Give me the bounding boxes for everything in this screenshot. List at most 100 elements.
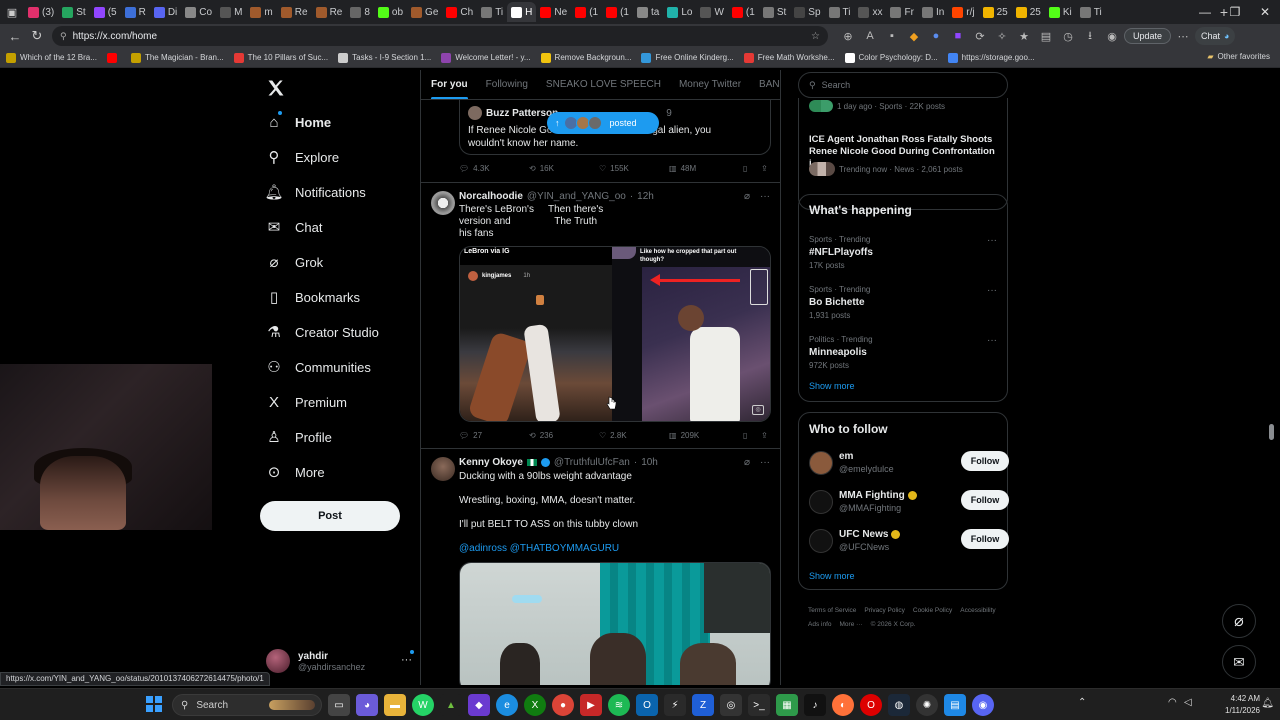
trend-more-icon[interactable]: ··· (987, 335, 997, 346)
feed-tab[interactable]: Following (486, 70, 528, 99)
account-switcher[interactable]: yahdir @yahdirsanchez ··· (266, 644, 416, 678)
nav-item-home[interactable]: ⌂ Home (266, 107, 331, 137)
search-input[interactable]: ⚲ Search (798, 72, 1008, 98)
bookmark-item[interactable]: Color Psychology: D... (844, 52, 938, 63)
browser-tab[interactable]: Re (277, 2, 312, 22)
address-bar[interactable]: ⚲ https://x.com/home ☆ (52, 26, 828, 46)
bookmark-item[interactable]: Tasks - I-9 Section 1... (338, 52, 431, 63)
feed-tab[interactable]: BANKS IN (759, 70, 780, 99)
close-icon[interactable]: ✕ (1250, 5, 1280, 19)
avatar[interactable] (809, 490, 833, 514)
browser-tab[interactable]: (3) (24, 2, 58, 22)
feed-tab[interactable]: SNEAKO LOVE SPEECH (546, 70, 661, 99)
alt-text-icon[interactable]: ◎ (752, 405, 764, 415)
browser-tab[interactable]: In (918, 2, 948, 22)
views-button[interactable]: ▥ 209K (669, 431, 699, 440)
browser-tab[interactable]: Ti (1076, 2, 1106, 22)
browser-tab[interactable]: 25 (979, 2, 1012, 22)
more-icon[interactable]: ··· (760, 191, 770, 202)
browser-tab[interactable]: Ti (825, 2, 855, 22)
bookmark-item[interactable]: Which of the 12 Bra... (6, 52, 97, 63)
bookmark-icon[interactable]: ▯ (743, 431, 747, 440)
follow-button[interactable]: Follow (961, 529, 1009, 549)
spotify-icon[interactable]: ≋ (608, 694, 630, 716)
browser-tab[interactable]: (1 (602, 2, 633, 22)
tab-actions-icon[interactable]: ▣ (0, 6, 24, 19)
browser-tab[interactable]: (5 (90, 2, 121, 22)
whatsapp-icon[interactable]: W (412, 694, 434, 716)
trend-more-icon[interactable]: ··· (987, 235, 997, 246)
footer-link[interactable]: Accessibility (960, 607, 995, 614)
collections-icon[interactable]: ▤ (1036, 26, 1056, 46)
tweet-author[interactable]: Kenny Okoye (459, 457, 523, 468)
browser-tab[interactable]: m (246, 2, 276, 22)
tweet-handle[interactable]: @TruthfulUfcFan (554, 457, 630, 468)
tweet-media[interactable] (459, 562, 771, 685)
feed-tab[interactable]: For you (431, 70, 468, 99)
messages-fab-button[interactable]: ✉ (1222, 645, 1256, 679)
copilot-app-icon[interactable]: ◕ (356, 694, 378, 716)
tweet-avatar[interactable] (431, 191, 455, 215)
browser-tab[interactable]: 25 (1012, 2, 1045, 22)
back-icon[interactable]: ← (4, 29, 26, 44)
game-app-icon[interactable]: ▶ (580, 694, 602, 716)
favorite-star-icon[interactable]: ☆ (811, 31, 820, 42)
steam-icon[interactable]: ◍ (888, 694, 910, 716)
show-more-trends-link[interactable]: Show more (809, 381, 855, 391)
app-icon[interactable]: Z (692, 694, 714, 716)
reload-icon[interactable]: ↻ (26, 28, 48, 44)
tweet-handle[interactable]: @YIN_and_YANG_oo (527, 191, 626, 202)
refresh-ext-icon[interactable]: ⟳ (970, 26, 990, 46)
bookmark-item[interactable]: The Magician - Bran... (130, 52, 224, 63)
minimize-icon[interactable]: — (1190, 5, 1220, 19)
browser-tab[interactable]: Ti (477, 2, 507, 22)
bookmark-item[interactable]: The 10 Pillars of Suc... (233, 52, 328, 63)
follow-suggestion[interactable]: UFC News @UFCNews Follow (809, 527, 1009, 557)
volume-icon[interactable]: ◁ (1184, 697, 1192, 708)
twitch-icon[interactable]: ■ (948, 26, 968, 46)
task-view-icon[interactable]: ▭ (328, 694, 350, 716)
show-more-follow-link[interactable]: Show more (809, 571, 855, 581)
browser-tab[interactable]: Ki (1045, 2, 1076, 22)
browser-tab[interactable]: 8 (346, 2, 374, 22)
browser-tab[interactable]: xx (854, 2, 886, 22)
downloads-icon[interactable]: ⭳ (1080, 26, 1100, 46)
bookmark-item[interactable]: Free Math Workshe... (743, 52, 835, 63)
other-favorites-button[interactable]: ▰ Other favorites (1207, 52, 1270, 61)
browser-tab[interactable]: Fr (886, 2, 917, 22)
footer-link[interactable]: Terms of Service (808, 607, 856, 614)
favorites-icon[interactable]: ★ (1014, 26, 1034, 46)
browser-tab[interactable]: Sp (790, 2, 824, 22)
update-button[interactable]: Update (1124, 28, 1172, 44)
extension-icon-3[interactable]: ● (926, 26, 946, 46)
account-more-icon[interactable]: ··· (401, 654, 412, 666)
tweet-article[interactable]: Norcalhoodie @YIN_and_YANG_oo · 12h ⌀ ··… (421, 182, 780, 447)
store-icon[interactable]: ◆ (468, 694, 490, 716)
firefox-icon[interactable]: ◐ (832, 694, 854, 716)
app-icon-2[interactable]: ◎ (720, 694, 742, 716)
grok-icon[interactable]: ⌀ (744, 457, 750, 468)
notification-bell-icon[interactable]: 🔔︎ (1261, 698, 1274, 709)
browser-tab[interactable]: M (216, 2, 246, 22)
tweet-mentions[interactable]: @adinross @THATBOYMMAGURU (459, 543, 619, 555)
browser-tab[interactable]: Re (312, 2, 347, 22)
tray-chevron-icon[interactable]: ⌃ (1078, 697, 1086, 708)
trend-more-icon[interactable]: ··· (987, 285, 997, 296)
chrome-icon[interactable]: ● (552, 694, 574, 716)
nav-item-chat[interactable]: ✉ Chat (266, 212, 323, 242)
page-scrollbar[interactable] (1268, 72, 1276, 684)
nav-item-premium[interactable]: X Premium (266, 387, 347, 417)
bookmark-icon[interactable]: ▯ (743, 164, 747, 173)
site-info-icon[interactable]: ⚲ (60, 31, 67, 42)
notepad-icon[interactable]: ▤ (944, 694, 966, 716)
avatar[interactable] (809, 529, 833, 553)
wifi-icon[interactable]: ◠ (1168, 697, 1177, 708)
footer-link[interactable]: Cookie Policy (913, 607, 952, 614)
share-icon[interactable]: ⇪ (761, 164, 768, 173)
extension-icon[interactable]: ▪ (882, 26, 902, 46)
zoom-icon[interactable]: ⊕ (838, 26, 858, 46)
bookmark-item[interactable]: https://storage.goo... (947, 52, 1035, 63)
browser-tab[interactable]: Ge (407, 2, 442, 22)
trend-item[interactable]: Sports · Trending Bo Bichette 1,931 posts ·… (799, 285, 1009, 329)
browser-tab[interactable]: Lo (663, 2, 696, 22)
